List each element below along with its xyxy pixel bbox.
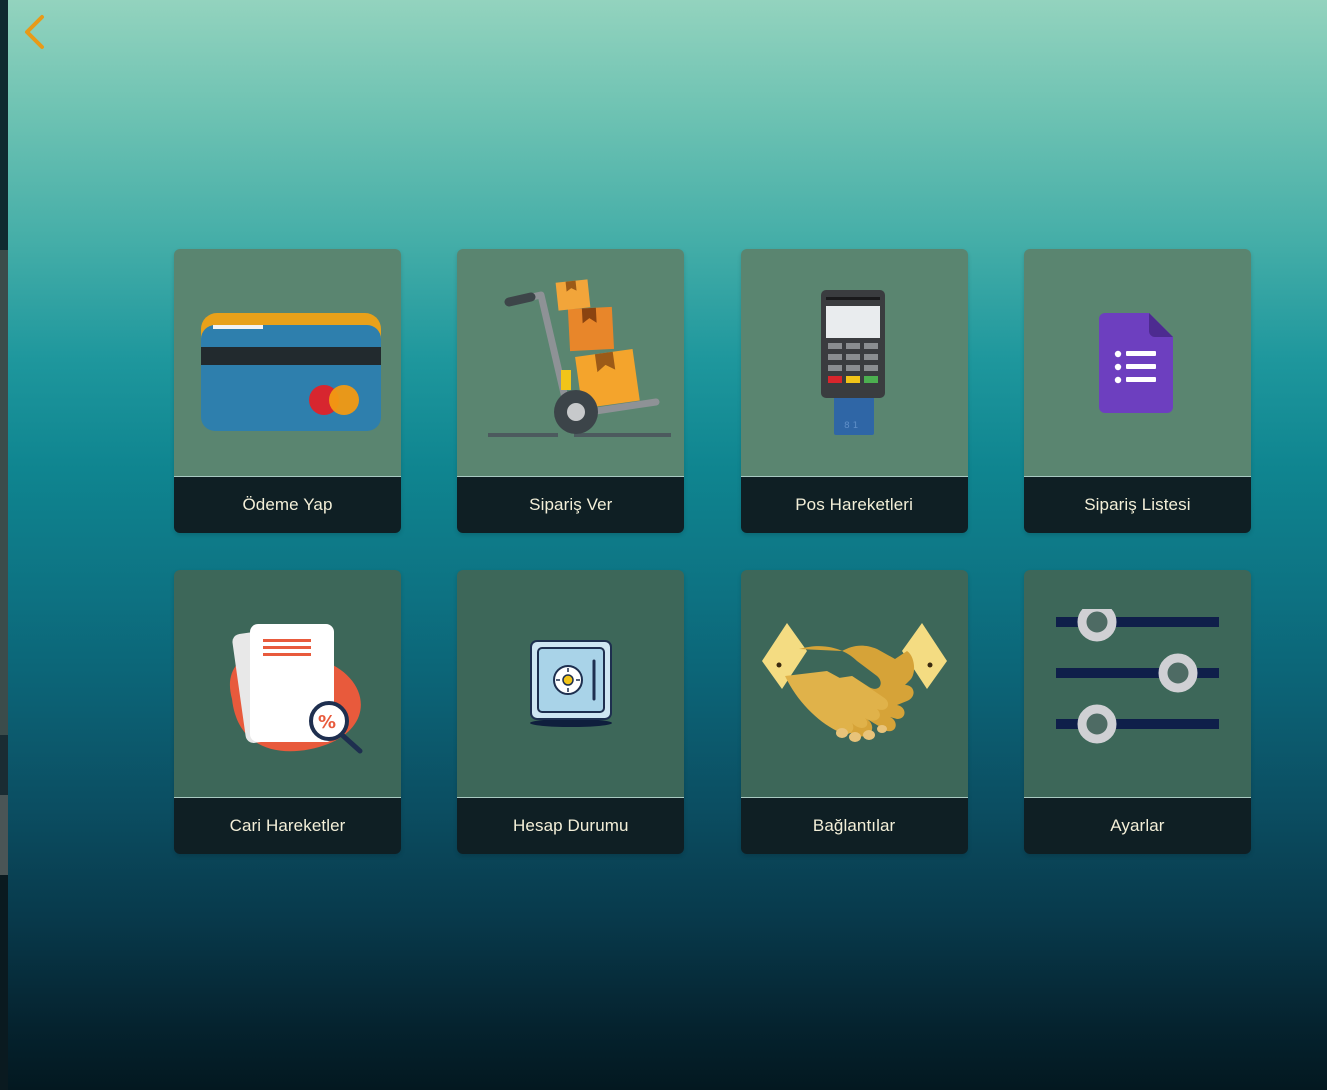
hand-truck-boxes-icon — [487, 279, 671, 437]
svg-text:%: % — [318, 712, 336, 733]
tile-icon-area — [457, 570, 685, 798]
svg-text:8 1: 8 1 — [844, 421, 858, 431]
tile-ayarlar[interactable]: Ayarlar — [1023, 570, 1251, 854]
tile-label: Sipariş Listesi — [1023, 477, 1251, 533]
tile-label: Cari Hareketler — [174, 798, 401, 854]
tile-siparis-listesi[interactable]: Sipariş Listesi — [1023, 249, 1251, 533]
tile-label: Ödeme Yap — [174, 477, 401, 533]
tile-label: Bağlantılar — [740, 798, 968, 854]
tile-label: Pos Hareketleri — [740, 477, 968, 533]
chevron-left-icon — [25, 15, 44, 49]
sliders-icon — [1056, 608, 1220, 743]
tile-icon-area — [1023, 570, 1251, 798]
tile-icon-area: % — [174, 570, 401, 798]
back-button[interactable] — [20, 12, 52, 52]
tile-label: Hesap Durumu — [457, 798, 685, 854]
credit-card-icon — [200, 312, 381, 431]
list-document-icon — [1099, 312, 1174, 413]
tile-icon-area — [740, 570, 968, 798]
tile-icon-area: 8 1 — [740, 249, 968, 477]
tile-icon-area — [1023, 249, 1251, 477]
tile-pos-hareketleri[interactable]: 8 1 Pos Hareketleri — [740, 249, 968, 533]
left-edge-strip — [0, 0, 8, 1090]
tile-icon-area — [174, 249, 401, 477]
tile-icon-area — [457, 249, 685, 477]
documents-search-icon: % — [229, 623, 362, 753]
tile-hesap-durumu[interactable]: Hesap Durumu — [457, 570, 685, 854]
menu-grid: Ödeme Yap Sipariş Ver 8 1 Pos Hareketler… — [174, 249, 1252, 854]
tile-odeme-yap[interactable]: Ödeme Yap — [174, 249, 401, 533]
safe-icon — [529, 639, 612, 727]
pos-terminal-icon: 8 1 — [821, 289, 886, 435]
tile-cari-hareketler[interactable]: % Cari Hareketler — [174, 570, 401, 854]
tile-siparis-ver[interactable]: Sipariş Ver — [457, 249, 685, 533]
tile-baglantilar[interactable]: Bağlantılar — [740, 570, 968, 854]
handshake-icon — [761, 623, 947, 742]
tile-label: Ayarlar — [1023, 798, 1251, 854]
tile-label: Sipariş Ver — [457, 477, 685, 533]
